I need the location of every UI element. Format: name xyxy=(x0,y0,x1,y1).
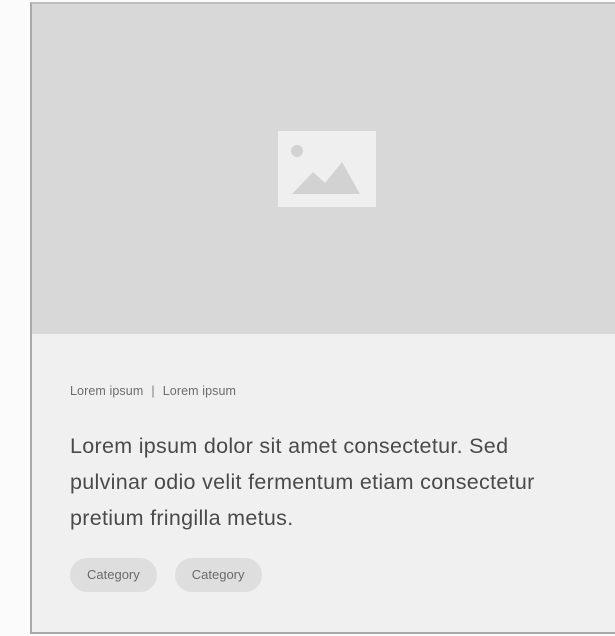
card-title: Lorem ipsum dolor sit amet consectetur. … xyxy=(70,434,535,530)
meta-left-label: Lorem ipsum xyxy=(70,384,144,398)
category-chip[interactable]: Category xyxy=(174,558,262,592)
card-body: Lorem ipsum | Lorem ipsum Lorem ipsum dolo… xyxy=(70,382,595,592)
image-placeholder-icon xyxy=(278,131,376,207)
category-chips: Category Category xyxy=(70,558,595,592)
content-card[interactable]: Lorem ipsum | Lorem ipsum Lorem ipsum dolo… xyxy=(30,2,615,634)
category-chip[interactable]: Category xyxy=(70,558,157,592)
meta-right-label: Lorem ipsum xyxy=(162,384,237,398)
card-meta: Lorem ipsum | Lorem ipsum xyxy=(70,382,595,400)
sun-circle xyxy=(291,145,303,157)
card-image xyxy=(32,4,615,334)
meta-separator: | xyxy=(151,384,155,398)
